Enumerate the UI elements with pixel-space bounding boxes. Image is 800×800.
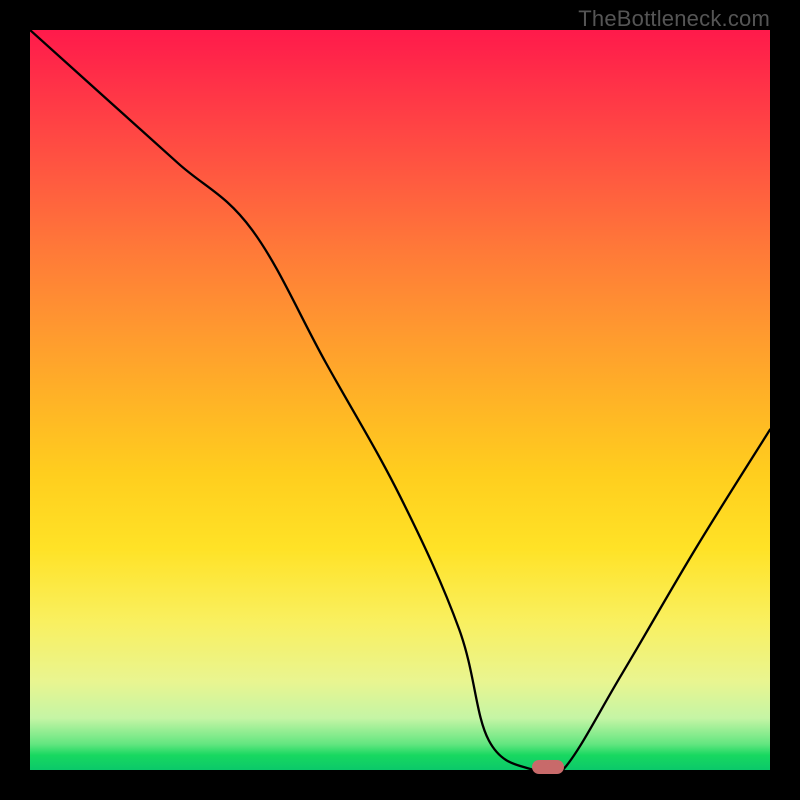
bottleneck-curve	[30, 30, 770, 770]
optimal-point-marker	[532, 760, 564, 774]
watermark-label: TheBottleneck.com	[578, 6, 770, 32]
chart-container: TheBottleneck.com	[0, 0, 800, 800]
plot-area	[30, 30, 770, 770]
